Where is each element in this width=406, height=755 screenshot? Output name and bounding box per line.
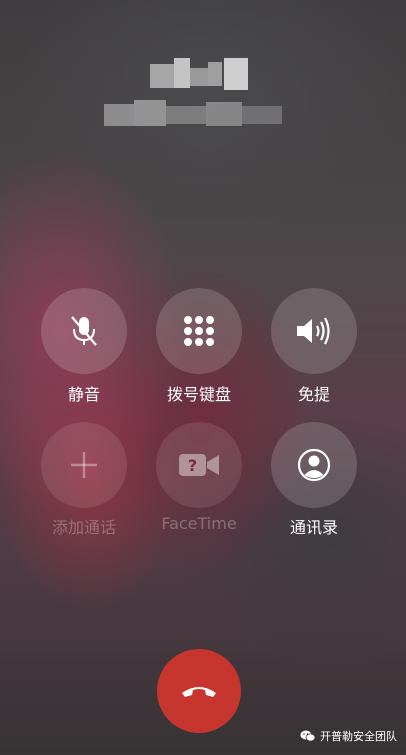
add-call-button[interactable] xyxy=(41,422,127,508)
phone-hangup-icon xyxy=(182,687,216,697)
contacts-label: 通讯录 xyxy=(289,518,338,537)
svg-text:?: ? xyxy=(188,456,197,475)
speaker-icon xyxy=(297,317,330,345)
keypad-icon xyxy=(184,316,214,346)
speaker-button[interactable] xyxy=(271,288,357,374)
contacts-button[interactable] xyxy=(271,422,357,508)
end-call-button[interactable] xyxy=(157,649,241,733)
keypad-button[interactable] xyxy=(156,288,242,374)
watermark: 开普勒安全团队 xyxy=(300,728,397,744)
facetime-label: FaceTime xyxy=(161,514,237,533)
wechat-icon xyxy=(300,730,316,742)
contact-icon xyxy=(297,448,331,482)
caller-name-censored xyxy=(150,58,250,94)
facetime-unknown-icon: ? xyxy=(179,454,219,476)
keypad-label: 拨号键盘 xyxy=(166,385,231,404)
mic-off-icon xyxy=(71,316,97,346)
facetime-button[interactable]: ? xyxy=(156,422,242,508)
add-call-label: 添加通话 xyxy=(51,518,116,537)
mute-label: 静音 xyxy=(67,385,100,404)
speaker-label: 免提 xyxy=(297,385,330,404)
caller-number-censored xyxy=(104,100,282,130)
plus-icon xyxy=(71,452,97,478)
mute-button[interactable] xyxy=(41,288,127,374)
watermark-text: 开普勒安全团队 xyxy=(320,730,397,743)
